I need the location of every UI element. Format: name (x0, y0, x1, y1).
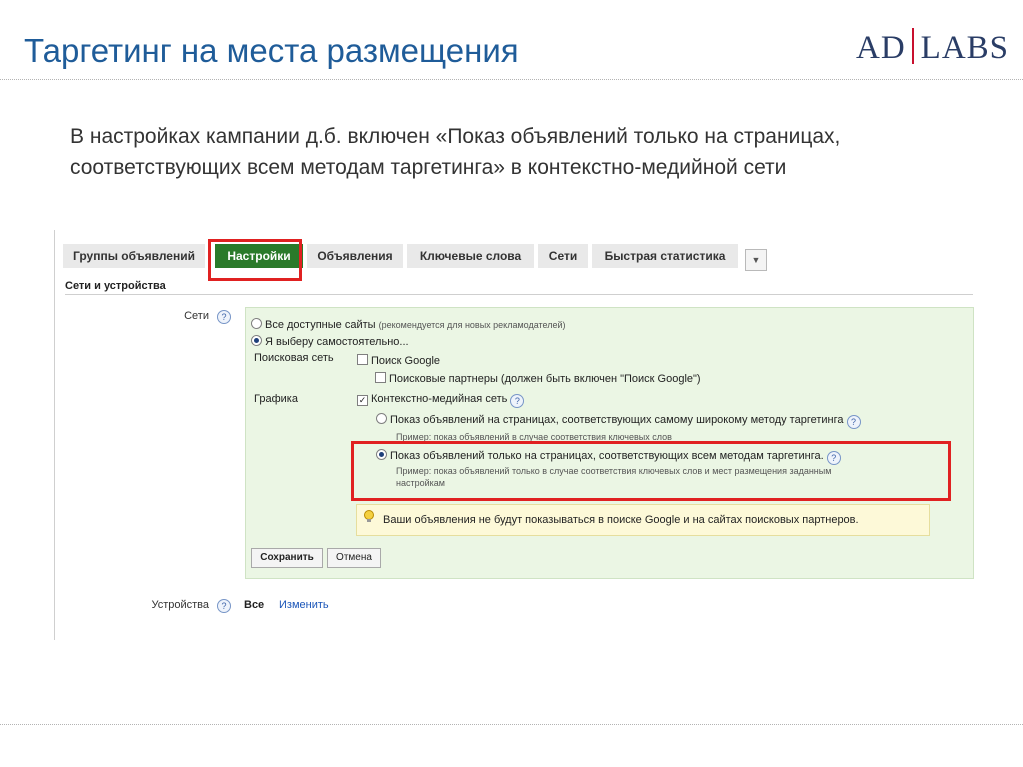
tab-ad-groups[interactable]: Группы объявлений (63, 244, 205, 268)
logo-left: AD (856, 30, 906, 66)
radio-icon[interactable] (251, 318, 262, 329)
radio-icon[interactable] (376, 413, 387, 424)
adwords-screenshot: Группы объявлений Настройки Объявления К… (54, 230, 974, 640)
devices-change-link[interactable]: Изменить (279, 599, 329, 611)
bottom-divider (0, 724, 1023, 725)
search-partners-label: Поисковые партнеры (должен быть включен … (389, 373, 701, 385)
settings-tab-highlight (208, 239, 302, 281)
checkbox-checked-icon[interactable]: ✓ (357, 395, 368, 406)
checkbox-icon[interactable] (375, 372, 386, 383)
display-network-option[interactable]: ✓ Контекстно-медийная сеть ? (357, 393, 525, 408)
devices-value: Все (244, 599, 265, 611)
tab-ads[interactable]: Объявления (307, 244, 403, 268)
save-button[interactable]: Сохранить (251, 548, 323, 568)
display-network-label: Контекстно-медийная сеть (371, 393, 508, 405)
option-all-label: Все доступные сайты (265, 319, 376, 331)
tab-keywords[interactable]: Ключевые слова (407, 244, 534, 268)
help-icon[interactable]: ? (846, 415, 861, 429)
broad-targeting-option[interactable]: Показ объявлений на страницах, соответст… (376, 413, 861, 429)
networks-label-row: Сети (145, 310, 209, 322)
lightbulb-icon (364, 510, 374, 522)
all-methods-highlight (351, 441, 951, 501)
warning-message: Ваши объявления не будут показываться в … (356, 504, 930, 536)
logo-divider (911, 28, 914, 64)
intro-text: В настройках кампании д.б. включен «Пока… (70, 125, 841, 179)
section-title: Сети и устройства (65, 280, 973, 295)
search-network-label: Поисковая сеть (254, 352, 334, 364)
devices-label: Устройства (151, 599, 209, 611)
help-icon[interactable]: ? (510, 394, 525, 408)
option-manual-label: Я выберу самостоятельно... (265, 336, 409, 348)
radio-selected-icon[interactable] (251, 335, 262, 346)
slide-title: Таргетинг на места размещения (24, 32, 519, 69)
checkbox-icon[interactable] (357, 354, 368, 365)
warning-text: Ваши объявления не будут показываться в … (383, 514, 859, 526)
display-label: Графика (254, 393, 298, 405)
help-icon[interactable]: ? (217, 599, 231, 613)
search-google-label: Поиск Google (371, 355, 441, 367)
tab-networks[interactable]: Сети (538, 244, 588, 268)
option-all-hint: (рекомендуется для новых рекламодателей) (378, 320, 566, 330)
cancel-button[interactable]: Отмена (327, 548, 381, 568)
chevron-down-icon[interactable]: ▼ (745, 249, 767, 271)
option-manual[interactable]: Я выберу самостоятельно... (251, 335, 409, 348)
search-partners-option[interactable]: Поисковые партнеры (должен быть включен … (375, 372, 701, 385)
adlabs-logo: AD LABS (856, 28, 1009, 67)
networks-label: Сети (184, 310, 209, 322)
logo-right: LABS (920, 30, 1010, 66)
option-all-sites[interactable]: Все доступные сайты (рекомендуется для н… (251, 318, 566, 331)
help-icon[interactable]: ? (217, 310, 231, 324)
top-divider (0, 79, 1023, 80)
search-google-option[interactable]: Поиск Google (357, 354, 440, 367)
tab-quick-stats[interactable]: Быстрая статистика (592, 244, 738, 268)
broad-targeting-label: Показ объявлений на страницах, соответст… (390, 414, 844, 426)
